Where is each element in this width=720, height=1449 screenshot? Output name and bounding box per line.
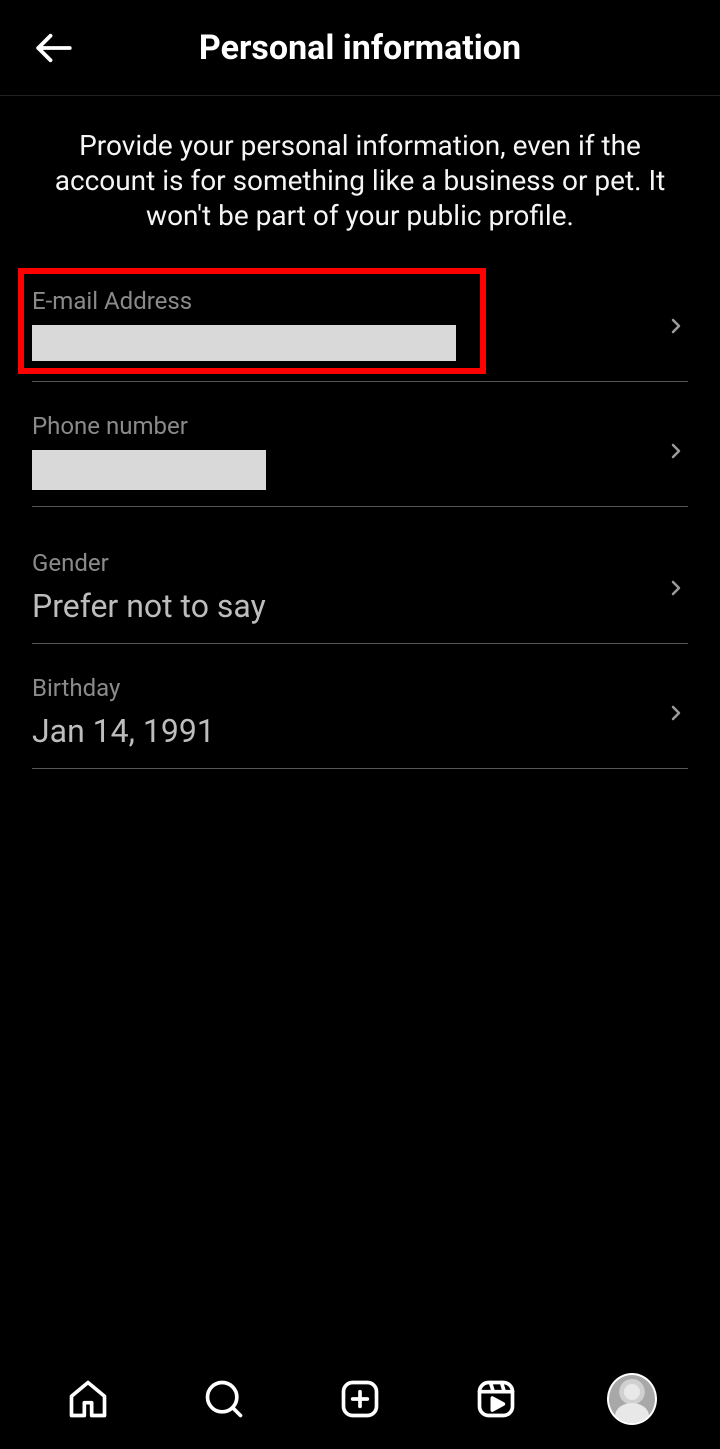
gender-label: Gender [32, 549, 652, 577]
chevron-right-icon [664, 439, 688, 463]
page-title: Personal information [80, 28, 640, 68]
birthday-value: Jan 14, 1991 [32, 712, 652, 752]
back-arrow-icon[interactable] [28, 22, 80, 74]
phone-value [32, 450, 652, 490]
create-icon[interactable] [335, 1374, 385, 1424]
redacted-phone [32, 450, 266, 490]
form-section: E-mail Address Phone number Gender P [0, 265, 720, 769]
search-icon[interactable] [199, 1374, 249, 1424]
phone-label: Phone number [32, 412, 652, 440]
home-icon[interactable] [63, 1374, 113, 1424]
gender-value: Prefer not to say [32, 587, 652, 627]
header: Personal information [0, 0, 720, 96]
chevron-right-icon [664, 576, 688, 600]
reels-icon[interactable] [471, 1374, 521, 1424]
page-description: Provide your personal information, even … [0, 96, 720, 265]
profile-icon[interactable] [607, 1374, 657, 1424]
email-label: E-mail Address [32, 287, 652, 315]
redacted-email [32, 325, 456, 361]
email-row[interactable]: E-mail Address [32, 265, 688, 382]
chevron-right-icon [664, 314, 688, 338]
phone-row[interactable]: Phone number [32, 382, 688, 507]
avatar [607, 1373, 657, 1425]
chevron-right-icon [664, 701, 688, 725]
birthday-row[interactable]: Birthday Jan 14, 1991 [32, 644, 688, 769]
gender-row[interactable]: Gender Prefer not to say [32, 507, 688, 644]
birthday-label: Birthday [32, 674, 652, 702]
email-value [32, 325, 652, 365]
bottom-nav [0, 1349, 720, 1449]
